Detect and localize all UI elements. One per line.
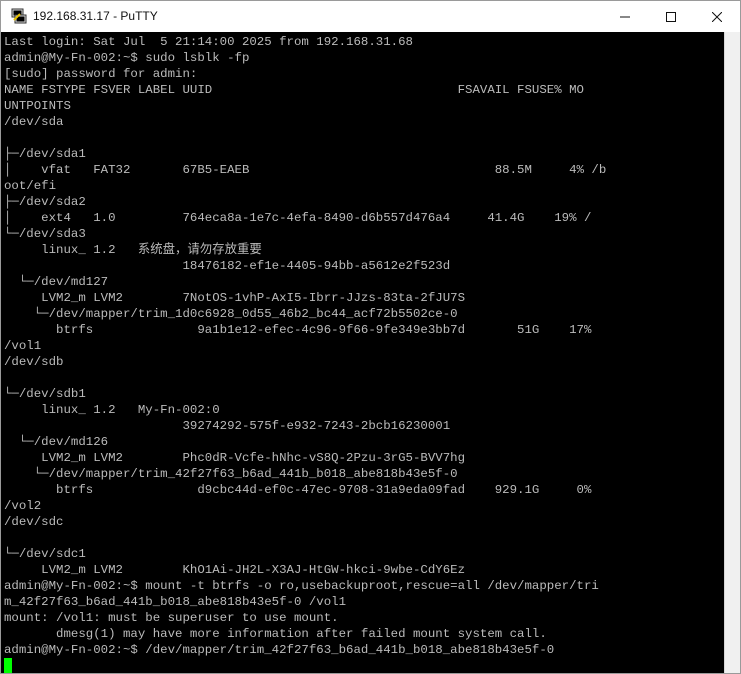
terminal-line: LVM2_m LVM2 7NotOS-1vhP-AxI5-Ibrr-JJzs-8… <box>4 291 466 305</box>
terminal-line: Last login: Sat Jul 5 21:14:00 2025 from… <box>4 35 413 49</box>
terminal-line: btrfs 9a1b1e12-efec-4c96-9f66-9fe349e3bb… <box>4 323 592 337</box>
minimize-icon <box>620 16 630 17</box>
terminal-line: └─/dev/mapper/trim_42f27f63_b6ad_441b_b0… <box>4 467 458 481</box>
putty-icon[interactable] <box>11 8 27 24</box>
terminal-line: /vol2 <box>4 499 42 513</box>
terminal-line: /vol1 <box>4 339 42 353</box>
terminal-line: btrfs d9cbc44d-ef0c-47ec-9708-31a9eda09f… <box>4 483 592 497</box>
terminal-line: [sudo] password for admin: <box>4 67 198 81</box>
terminal-output[interactable]: Last login: Sat Jul 5 21:14:00 2025 from… <box>1 32 724 673</box>
terminal-line: └─/dev/md127 <box>4 275 109 289</box>
close-button[interactable] <box>694 1 740 32</box>
terminal-line: └─/dev/sdc1 <box>4 547 86 561</box>
minimize-button[interactable] <box>602 1 648 32</box>
title-bar[interactable]: 192.168.31.17 - PuTTY <box>1 1 740 32</box>
maximize-button[interactable] <box>648 1 694 32</box>
terminal-line: linux_ 1.2 My-Fn-002:0 <box>4 403 220 417</box>
terminal-line: /dev/sdc <box>4 515 64 529</box>
terminal-line: │ vfat FAT32 67B5-EAEB 88.5M 4% /b <box>4 163 607 177</box>
window-title: 192.168.31.17 - PuTTY <box>33 9 158 23</box>
terminal-line: admin@My-Fn-002:~$ sudo lsblk -fp <box>4 51 250 65</box>
terminal-line: LVM2_m LVM2 KhO1Ai-JH2L-X3AJ-HtGW-hkci-9… <box>4 563 466 577</box>
terminal-line: linux_ 1.2 系统盘，请勿存放重要 <box>4 243 262 257</box>
terminal-line: └─/dev/mapper/trim_1d0c6928_0d55_46b2_bc… <box>4 307 458 321</box>
terminal-line: │ ext4 1.0 764eca8a-1e7c-4efa-8490-d6b55… <box>4 211 592 225</box>
terminal-line: mount: /vol1: must be superuser to use m… <box>4 611 339 625</box>
close-icon <box>712 11 722 22</box>
terminal-line: LVM2_m LVM2 Phc0dR-Vcfe-hNhc-vS8Q-2Pzu-3… <box>4 451 466 465</box>
scrollbar[interactable] <box>724 32 740 673</box>
terminal-line: └─/dev/md126 <box>4 435 109 449</box>
terminal-cursor <box>4 658 12 673</box>
terminal-line: admin@My-Fn-002:~$ /dev/mapper/trim_42f2… <box>4 643 555 657</box>
terminal-line: NAME FSTYPE FSVER LABEL UUID FSAVAIL FSU… <box>4 83 584 97</box>
terminal-line: └─/dev/sda3 <box>4 227 86 241</box>
terminal-line: admin@My-Fn-002:~$ mount -t btrfs -o ro,… <box>4 579 599 593</box>
terminal-line: 39274292-575f-e932-7243-2bcb16230001 <box>4 419 451 433</box>
putty-window: 192.168.31.17 - PuTTY Last login: Sat Ju… <box>0 0 741 674</box>
maximize-icon <box>666 11 676 22</box>
terminal-line: 18476182-ef1e-4405-94bb-a5612e2f523d <box>4 259 451 273</box>
terminal-line: /dev/sda <box>4 115 64 129</box>
terminal-line: m_42f27f63_b6ad_441b_b018_abe818b43e5f-0… <box>4 595 347 609</box>
terminal-line: /dev/sdb <box>4 355 64 369</box>
terminal-line: ├─/dev/sda1 <box>4 147 86 161</box>
terminal-line: ├─/dev/sda2 <box>4 195 86 209</box>
terminal-line: UNTPOINTS <box>4 99 71 113</box>
terminal-line: oot/efi <box>4 179 57 193</box>
terminal-line: └─/dev/sdb1 <box>4 387 86 401</box>
terminal-line: dmesg(1) may have more information after… <box>4 627 547 641</box>
